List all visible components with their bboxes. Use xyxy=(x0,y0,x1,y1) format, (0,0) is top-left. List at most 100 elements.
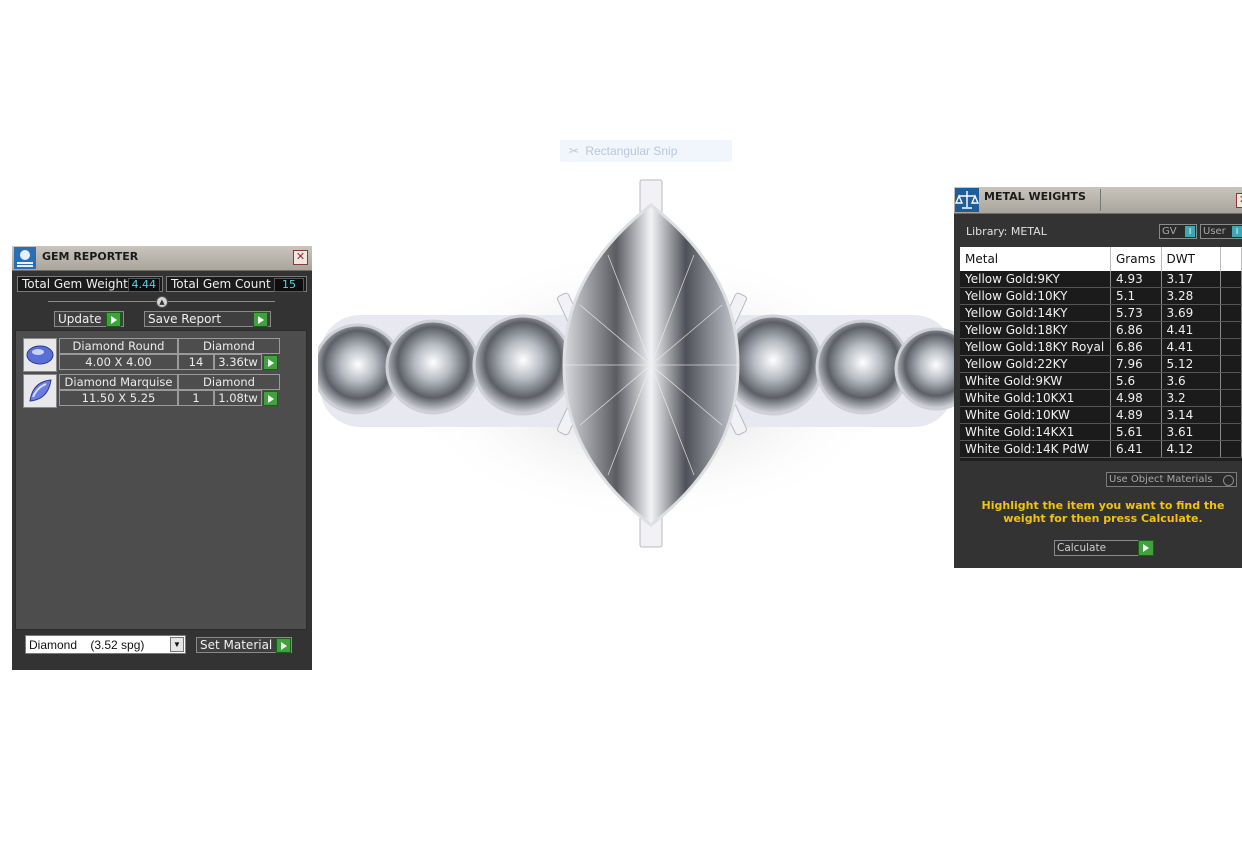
dwt-cell[interactable]: 5.12 xyxy=(1161,355,1221,373)
gv-toggle-label: GV xyxy=(1162,226,1177,237)
material-select[interactable]: Diamond (3.52 spg) ▼ xyxy=(25,635,186,654)
metal-name-cell[interactable]: Yellow Gold:18KY xyxy=(960,321,1111,339)
metal-name-cell[interactable]: White Gold:14KX1 xyxy=(960,423,1111,441)
column-header-grams[interactable]: Grams xyxy=(1110,247,1162,271)
dwt-cell[interactable]: 3.69 xyxy=(1161,304,1221,322)
use-object-materials-checkbox[interactable]: Use Object Materials xyxy=(1106,472,1237,487)
set-material-go-button[interactable] xyxy=(276,638,291,653)
dwt-cell[interactable]: 3.28 xyxy=(1161,287,1221,305)
snip-label: Rectangular Snip xyxy=(585,144,678,158)
metal-weights-titlebar[interactable]: METAL WEIGHTS ✕ xyxy=(954,187,1242,214)
table-row[interactable]: White Gold:10KX1 4.98 3.2 xyxy=(960,389,1242,407)
table-row[interactable]: Yellow Gold:14KY 5.73 3.69 xyxy=(960,304,1242,322)
side-stone xyxy=(472,314,574,416)
gem-reporter-titlebar[interactable]: GEM REPORTER ✕ xyxy=(12,246,312,271)
table-row[interactable]: White Gold:14KX1 5.61 3.61 xyxy=(960,423,1242,441)
play-icon xyxy=(267,394,274,403)
dwt-cell[interactable]: 3.61 xyxy=(1161,423,1221,441)
column-header-metal[interactable]: Metal xyxy=(960,247,1111,271)
empty-cell xyxy=(1220,287,1242,305)
dwt-cell[interactable]: 4.41 xyxy=(1161,338,1221,356)
metal-name-cell[interactable]: Yellow Gold:22KY xyxy=(960,355,1111,373)
library-label: Library: METAL xyxy=(966,225,1047,238)
gem-material: Diamond xyxy=(178,338,280,354)
scissors-icon[interactable]: ✂ xyxy=(566,140,582,162)
user-toggle-label: User xyxy=(1203,226,1226,237)
metal-name-cell[interactable]: Yellow Gold:10KY xyxy=(960,287,1111,305)
table-row[interactable]: Yellow Gold:9KY 4.93 3.17 xyxy=(960,271,1242,288)
column-header-dwt[interactable]: DWT xyxy=(1161,247,1221,271)
ring-render-viewport[interactable] xyxy=(318,175,954,555)
metal-table-body: Yellow Gold:9KY 4.93 3.17 Yellow Gold:10KY 5… xyxy=(960,271,1242,458)
play-icon xyxy=(280,641,287,650)
total-gem-count-box: Total Gem Count 15 xyxy=(166,276,307,292)
calculate-go-button[interactable] xyxy=(1138,540,1154,556)
side-stone xyxy=(385,319,481,415)
empty-cell xyxy=(1220,321,1242,339)
grams-cell[interactable]: 5.73 xyxy=(1110,304,1162,322)
metal-name-cell[interactable]: Yellow Gold:14KY xyxy=(960,304,1111,322)
grams-cell[interactable]: 5.1 xyxy=(1110,287,1162,305)
grams-cell[interactable]: 6.86 xyxy=(1110,338,1162,356)
gem-reporter-title: GEM REPORTER xyxy=(42,250,139,263)
metal-name-cell[interactable]: Yellow Gold:18KY Royal xyxy=(960,338,1111,356)
grams-cell[interactable]: 7.96 xyxy=(1110,355,1162,373)
empty-cell xyxy=(1220,440,1242,458)
metal-name-cell[interactable]: White Gold:9KW xyxy=(960,372,1111,390)
round-gem-icon xyxy=(23,338,57,372)
dwt-cell[interactable]: 3.14 xyxy=(1161,406,1221,424)
metal-name-cell[interactable]: White Gold:10KW xyxy=(960,406,1111,424)
table-row[interactable]: White Gold:14K PdW 6.41 4.12 xyxy=(960,440,1242,458)
table-row[interactable]: Yellow Gold:18KY Royal 6.86 4.41 xyxy=(960,338,1242,356)
titlebar-divider xyxy=(1100,189,1101,211)
update-go-button[interactable] xyxy=(106,312,121,327)
table-row[interactable]: White Gold:9KW 5.6 3.6 xyxy=(960,372,1242,390)
table-row[interactable]: Yellow Gold:18KY 6.86 4.41 xyxy=(960,321,1242,339)
empty-cell xyxy=(1220,423,1242,441)
grams-cell[interactable]: 6.41 xyxy=(1110,440,1162,458)
metal-name-cell[interactable]: White Gold:14K PdW xyxy=(960,440,1111,458)
dwt-cell[interactable]: 4.12 xyxy=(1161,440,1221,458)
grams-cell[interactable]: 4.93 xyxy=(1110,271,1162,288)
gem-row[interactable]: Diamond Round Diamond 4.00 X 4.00 14 3.3… xyxy=(23,338,280,372)
grams-cell[interactable]: 4.89 xyxy=(1110,406,1162,424)
grams-cell[interactable]: 5.61 xyxy=(1110,423,1162,441)
table-header: Metal Grams DWT xyxy=(960,247,1242,271)
gv-toggle[interactable]: GV I xyxy=(1159,224,1197,239)
table-row[interactable]: White Gold:10KW 4.89 3.14 xyxy=(960,406,1242,424)
metal-name-cell[interactable]: Yellow Gold:9KY xyxy=(960,271,1111,288)
grams-cell[interactable]: 4.98 xyxy=(1110,389,1162,407)
play-icon xyxy=(110,315,117,324)
metal-name-cell[interactable]: White Gold:10KX1 xyxy=(960,389,1111,407)
rectangular-snip-toolbar[interactable]: ✂ Rectangular Snip xyxy=(560,140,732,162)
gem-count: 14 xyxy=(178,354,214,370)
close-icon[interactable]: ✕ xyxy=(1236,193,1242,208)
gem-row[interactable]: Diamond Marquise Diamond 11.50 X 5.25 1 … xyxy=(23,374,280,408)
grams-cell[interactable]: 5.6 xyxy=(1110,372,1162,390)
chevron-down-icon[interactable]: ▼ xyxy=(170,637,184,652)
dwt-cell[interactable]: 3.6 xyxy=(1161,372,1221,390)
gem-count: 1 xyxy=(178,390,214,406)
dwt-cell[interactable]: 3.2 xyxy=(1161,389,1221,407)
user-toggle[interactable]: User I xyxy=(1200,224,1242,239)
save-report-button[interactable]: Save Report xyxy=(144,311,271,327)
total-gem-weight-label: Total Gem Weight xyxy=(22,277,128,291)
table-row[interactable]: Yellow Gold:10KY 5.1 3.28 xyxy=(960,287,1242,305)
empty-cell xyxy=(1220,304,1242,322)
dwt-cell[interactable]: 3.17 xyxy=(1161,271,1221,288)
close-icon[interactable]: ✕ xyxy=(293,250,308,265)
dwt-cell[interactable]: 4.41 xyxy=(1161,321,1221,339)
gem-select-button[interactable] xyxy=(263,355,278,370)
gem-select-button[interactable] xyxy=(263,391,278,406)
radio-icon[interactable] xyxy=(1223,475,1234,486)
toggle-indicator-icon: I xyxy=(1232,226,1242,237)
grams-cell[interactable]: 6.86 xyxy=(1110,321,1162,339)
save-report-go-button[interactable] xyxy=(253,312,268,327)
scale-icon xyxy=(955,188,979,212)
gem-weight: 3.36tw xyxy=(214,354,262,370)
side-stones-left xyxy=(318,314,574,416)
table-row[interactable]: Yellow Gold:22KY 7.96 5.12 xyxy=(960,355,1242,373)
splitter-knob-icon[interactable]: ▲ xyxy=(156,296,168,308)
gem-size: 4.00 X 4.00 xyxy=(59,354,178,370)
gem-name: Diamond Round xyxy=(59,338,178,354)
